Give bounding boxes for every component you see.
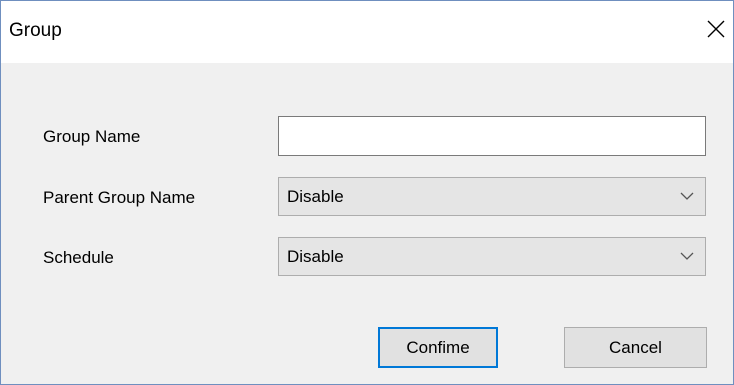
chevron-down-icon — [669, 252, 705, 261]
group-name-label: Group Name — [43, 127, 141, 146]
parent-group-select[interactable]: Disable — [278, 177, 706, 216]
dialog-title: Group — [9, 20, 62, 41]
title-bar: Group — [1, 1, 733, 63]
close-icon — [707, 20, 725, 38]
parent-group-name-label: Parent Group Name — [43, 188, 196, 207]
confirm-button[interactable]: Confime — [378, 327, 498, 368]
schedule-select[interactable]: Disable — [278, 237, 706, 276]
chevron-down-icon — [669, 192, 705, 201]
cancel-button[interactable]: Cancel — [564, 327, 707, 368]
group-name-input[interactable] — [278, 116, 706, 156]
schedule-value: Disable — [287, 246, 344, 266]
close-button[interactable] — [699, 11, 733, 47]
group-dialog: Group Group Name Parent Group Name Disab… — [0, 0, 734, 385]
parent-group-value: Disable — [287, 186, 344, 206]
schedule-label: Schedule — [43, 248, 114, 267]
